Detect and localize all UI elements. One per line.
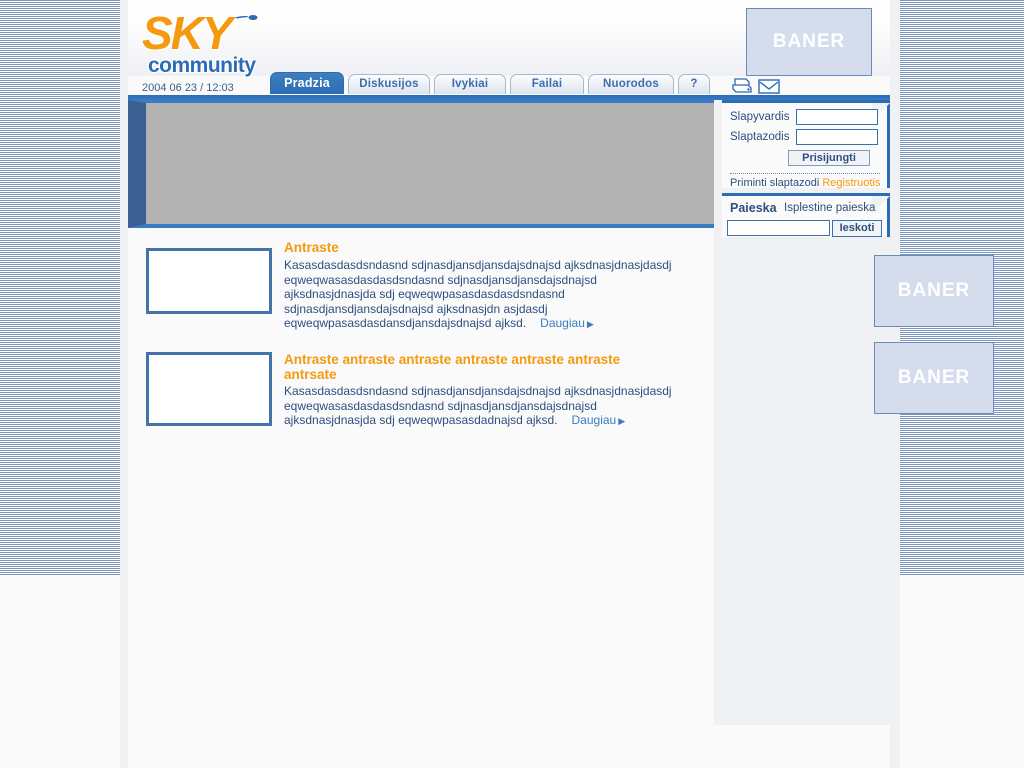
top-banner-ad[interactable]: BANER [746, 8, 872, 76]
password-input[interactable] [796, 129, 878, 145]
password-label: Slaptazodis [730, 131, 790, 143]
article-more-link[interactable]: Daugiau [540, 316, 585, 330]
tab-ivykiai[interactable]: Ivykiai [434, 74, 506, 94]
hero-content-area [128, 100, 718, 230]
username-row: Slapyvardis [730, 109, 888, 128]
article-body: Kasasdasdasdsndasnd sdjnasdjansdjansdajs… [284, 258, 688, 332]
tab-failai[interactable]: Failai [510, 74, 584, 94]
more-arrow-icon: ▶ [586, 319, 594, 329]
page-gutter-left [120, 0, 128, 768]
login-links: Priminti slaptazodi Registruotis [730, 177, 880, 189]
article-thumbnail[interactable] [146, 352, 272, 426]
tab-nuorodos[interactable]: Nuorodos [588, 74, 674, 94]
login-divider [730, 173, 880, 174]
logo-sky-text: SKY [142, 7, 233, 59]
username-label: Slapyvardis [730, 111, 790, 123]
article-title[interactable]: Antraste antraste antraste antraste antr… [284, 352, 674, 382]
sidebar-banner-2[interactable]: BANER [874, 342, 994, 414]
article-title[interactable]: Antraste [284, 240, 674, 255]
envelope-icon[interactable] [758, 79, 780, 94]
login-panel: Slapyvardis Slaptazodis Prisijungti Prim… [722, 100, 890, 189]
article-more-link[interactable]: Daugiau [572, 413, 617, 427]
search-panel: Paieska Isplestine paieska Ieskoti [722, 193, 890, 237]
password-row: Slaptazodis [730, 129, 888, 148]
right-sidebar: Slapyvardis Slaptazodis Prisijungti Prim… [714, 100, 994, 725]
tab-help[interactable]: ? [678, 74, 710, 94]
search-title: Paieska [730, 201, 777, 215]
sidebar-banner-1-label: BANER [897, 280, 971, 301]
page-container: SKY community 2004 06 23 / 12:03 BANER P… [128, 0, 994, 768]
site-header: SKY community 2004 06 23 / 12:03 BANER [128, 0, 890, 94]
sidebar-banner-1[interactable]: BANER [874, 255, 994, 327]
site-logo[interactable]: SKY community [142, 8, 272, 78]
search-submit-button[interactable]: Ieskoti [832, 220, 882, 237]
article-body: Kasasdasdasdsndasnd sdjnasdjansdjansdajs… [284, 384, 688, 429]
article-body-text: Kasasdasdasdsndasnd sdjnasdjansdjansdajs… [284, 258, 672, 330]
tab-pradzia[interactable]: Pradzia [270, 72, 344, 94]
top-banner-label: BANER [772, 31, 846, 52]
print-icon[interactable] [730, 76, 754, 94]
sidebar-banner-2-label: BANER [897, 367, 971, 388]
register-link[interactable]: Registruotis [822, 177, 880, 189]
search-input[interactable] [727, 220, 830, 236]
remind-password-link[interactable]: Priminti slaptazodi [730, 177, 819, 189]
page-footer-area [128, 725, 890, 768]
tab-diskusijos[interactable]: Diskusijos [348, 74, 430, 94]
login-submit-button[interactable]: Prisijungti [788, 150, 870, 166]
article-thumbnail[interactable] [146, 248, 272, 314]
more-arrow-icon: ▶ [618, 416, 626, 426]
advanced-search-link[interactable]: Isplestine paieska [784, 202, 875, 214]
hero-placeholder-image [146, 103, 700, 210]
username-input[interactable] [796, 109, 878, 125]
